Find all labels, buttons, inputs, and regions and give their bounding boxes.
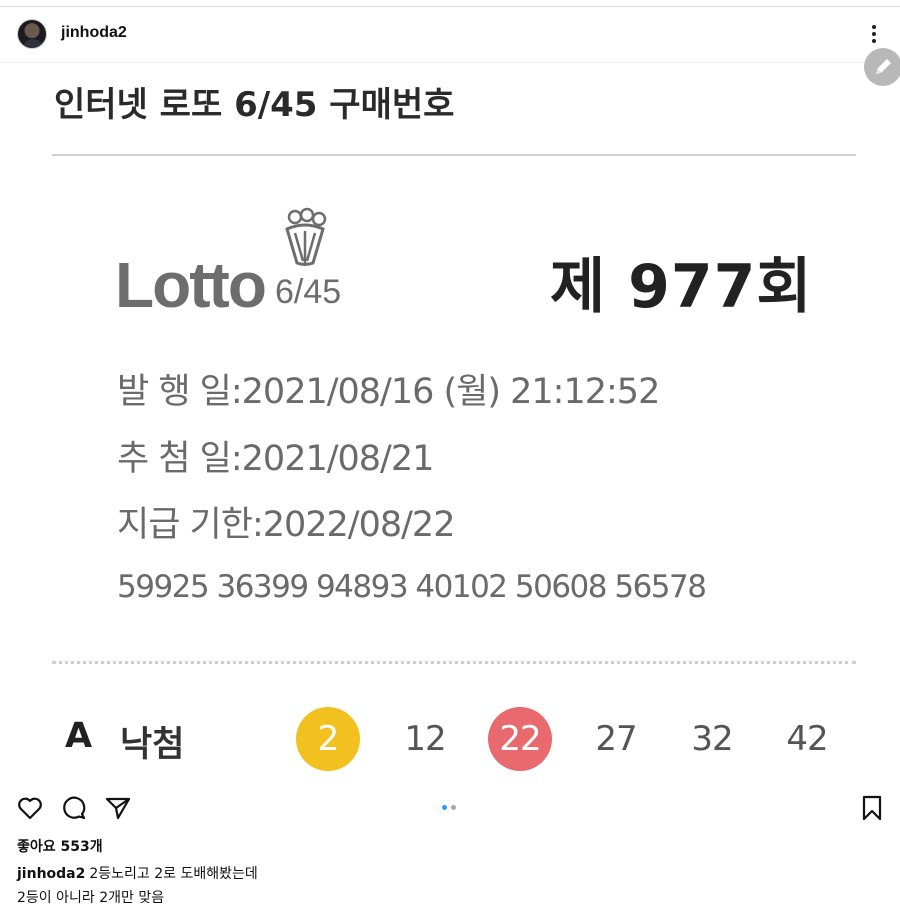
- lotto-number-ball: 27: [595, 719, 637, 759]
- round-number: 제 977회: [550, 252, 813, 322]
- username-link[interactable]: jinhoda2: [61, 24, 127, 42]
- carousel-dot: [451, 805, 456, 810]
- caption-line: jinhoda2 2등노리고 2로 도배해봤는데: [17, 862, 877, 886]
- caption-line: 2등이 아니라 2개만 맞음: [17, 890, 165, 906]
- lotto-wordmark: Lotto: [115, 249, 267, 321]
- top-border: [0, 6, 900, 7]
- dotted-divider: [52, 661, 856, 664]
- draw-date-value: :2021/08/21: [230, 439, 435, 479]
- deadline-value: :2022/08/22: [251, 505, 456, 545]
- post-header: jinhoda2: [0, 10, 900, 60]
- edit-button[interactable]: [864, 48, 900, 86]
- lotto-logo: Lotto 6/45: [115, 203, 375, 323]
- post-actions: [0, 780, 900, 836]
- post-image[interactable]: 인터넷 로또 6/45 구매번호 Lotto 6/45 제 977회 발 행 일…: [0, 63, 900, 779]
- more-vertical-icon[interactable]: [864, 22, 884, 46]
- lotto-number-ball: 22: [488, 707, 552, 771]
- issue-date-value: :2021/08/16 (월) 21:12:52: [230, 372, 660, 412]
- carousel-indicator: [442, 805, 460, 811]
- lotto-balls-icon: [285, 207, 327, 266]
- deadline-row: 지급 기한:2022/08/22: [117, 496, 456, 547]
- carousel-dot: [442, 805, 447, 810]
- ticket-serial-numbers: 59925 36399 94893 40102 50608 56578: [117, 569, 707, 605]
- draw-date-label: 추 첨 일: [117, 439, 232, 479]
- lotto-game-type: 6/45: [275, 273, 342, 311]
- bookmark-icon[interactable]: [858, 794, 886, 822]
- caption-text: 2등노리고 2로 도배해봤는데: [89, 866, 258, 882]
- issue-date-label: 발 행 일: [117, 372, 232, 412]
- ticket-title: 인터넷 로또 6/45 구매번호: [54, 85, 455, 125]
- comment-icon[interactable]: [60, 794, 88, 822]
- lotto-number-ball: 32: [691, 719, 733, 759]
- post-caption: jinhoda2 2등노리고 2로 도배해봤는데 2등이 아니라 2개만 맞음: [17, 862, 877, 910]
- issue-date-row: 발 행 일:2021/08/16 (월) 21:12:52: [117, 363, 660, 414]
- like-count[interactable]: 좋아요 553개: [17, 836, 103, 856]
- lotto-number-ball: 42: [786, 719, 828, 759]
- pencil-icon: [876, 59, 891, 74]
- divider: [52, 154, 856, 156]
- send-icon[interactable]: [104, 794, 132, 822]
- lotto-number-ball: 12: [404, 719, 446, 759]
- lotto-number-ball: 2: [296, 707, 360, 771]
- game-result-status: 낙첨: [120, 725, 185, 765]
- heart-icon[interactable]: [16, 794, 44, 822]
- avatar[interactable]: [17, 19, 47, 49]
- deadline-label: 지급 기한: [117, 505, 253, 545]
- draw-date-row: 추 첨 일:2021/08/21: [117, 430, 435, 481]
- game-label: A: [65, 716, 93, 756]
- caption-username[interactable]: jinhoda2: [17, 866, 85, 882]
